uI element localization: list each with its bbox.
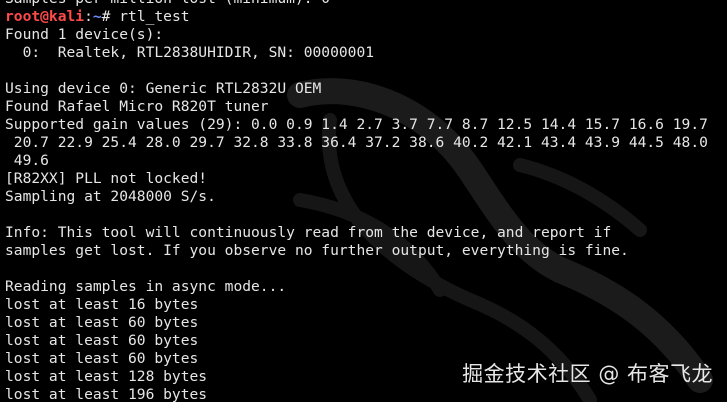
site-watermark: 掘金技术社区 @ 布客飞龙 xyxy=(462,362,713,386)
terminal-output: Samples per million lost (minimum): 0roo… xyxy=(5,0,708,402)
prompt-line: root@kali:~# rtl_test xyxy=(5,8,708,26)
terminal-line: Reading samples in async mode... xyxy=(5,278,287,295)
terminal-line: 0: Realtek, RTL2838UHIDIR, SN: 00000001 xyxy=(5,44,375,61)
terminal-line: Sampling at 2048000 S/s. xyxy=(5,188,216,205)
terminal-line: 49.6 xyxy=(5,152,49,169)
terminal-line: samples get lost. If you observe no furt… xyxy=(5,242,629,259)
terminal-line-partial: Samples per million lost (minimum): 0 xyxy=(5,0,708,8)
prompt-user-host: root@kali xyxy=(5,8,85,25)
terminal-line: lost at least 196 bytes xyxy=(5,386,208,402)
terminal-line: lost at least 60 bytes xyxy=(5,314,199,331)
terminal-line: [R82XX] PLL not locked! xyxy=(5,170,208,187)
prompt-symbol: # xyxy=(101,8,120,25)
terminal-window[interactable]: Samples per million lost (minimum): 0roo… xyxy=(0,0,727,402)
terminal-line: Supported gain values (29): 0.0 0.9 1.4 … xyxy=(5,116,708,133)
prompt-separator: : xyxy=(84,8,93,25)
terminal-line: Found Rafael Micro R820T tuner xyxy=(5,98,269,115)
terminal-line: Info: This tool will continuously read f… xyxy=(5,224,612,241)
prompt-command: rtl_test xyxy=(119,8,190,25)
terminal-line: lost at least 16 bytes xyxy=(5,296,199,313)
terminal-line: lost at least 60 bytes xyxy=(5,332,199,349)
terminal-line: Found 1 device(s): xyxy=(5,26,164,43)
terminal-line: Using device 0: Generic RTL2832U OEM xyxy=(5,80,322,97)
terminal-line: 20.7 22.9 25.4 28.0 29.7 32.8 33.8 36.4 … xyxy=(5,134,708,151)
prompt-path: ~ xyxy=(92,8,102,25)
